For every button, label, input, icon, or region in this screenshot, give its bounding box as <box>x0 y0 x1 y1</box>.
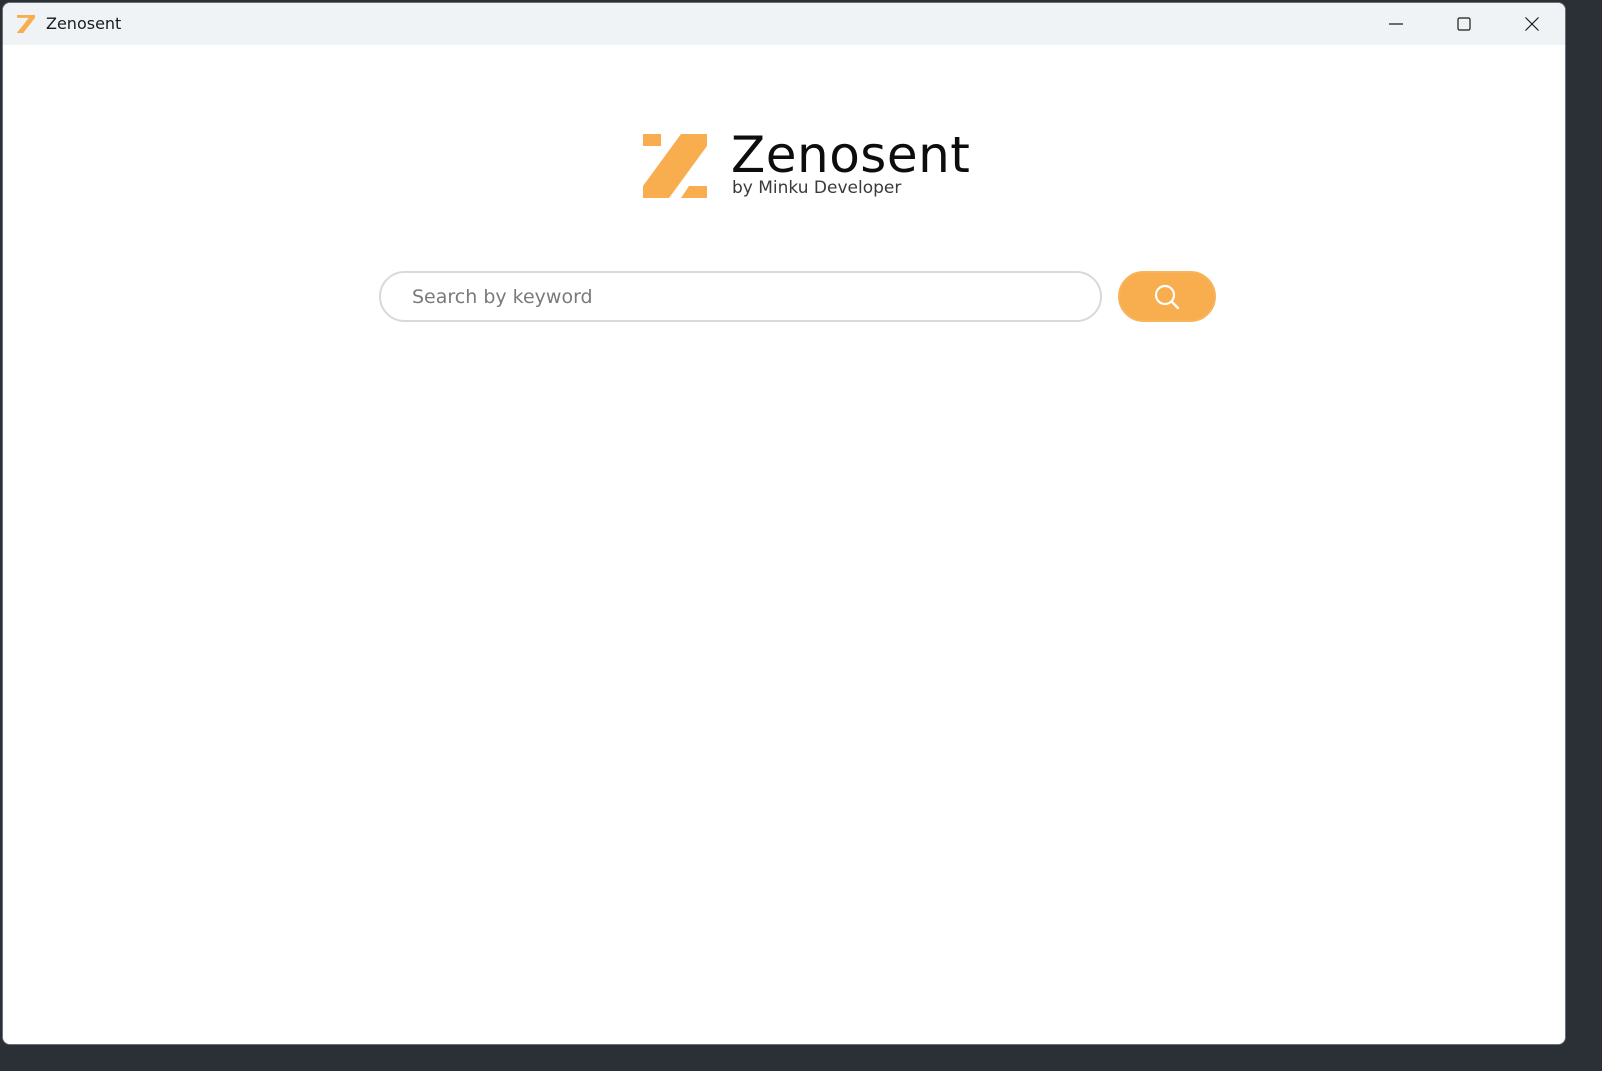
search-button[interactable] <box>1118 271 1216 322</box>
close-icon <box>1525 17 1539 31</box>
app-subtitle: by Minku Developer <box>732 178 902 198</box>
app-name: Zenosent <box>731 126 971 184</box>
minimize-button[interactable] <box>1363 3 1429 45</box>
zenosent-logo-icon <box>643 134 707 198</box>
title-bar[interactable]: Zenosent <box>3 3 1565 45</box>
minimize-icon <box>1389 23 1403 25</box>
search-icon <box>1154 284 1180 309</box>
main-content: Zenosent by Minku Developer <box>3 45 1565 1044</box>
window-title: Zenosent <box>46 14 122 33</box>
search-input[interactable] <box>379 271 1102 322</box>
app-window: Zenosent Zenosent by Minku Developer Sea… <box>2 2 1566 1045</box>
brand-header: Zenosent by Minku Developer <box>643 127 970 201</box>
app-logo-icon <box>17 15 35 33</box>
close-button[interactable] <box>1499 3 1565 45</box>
maximize-button[interactable] <box>1431 3 1497 45</box>
maximize-icon <box>1457 17 1471 31</box>
